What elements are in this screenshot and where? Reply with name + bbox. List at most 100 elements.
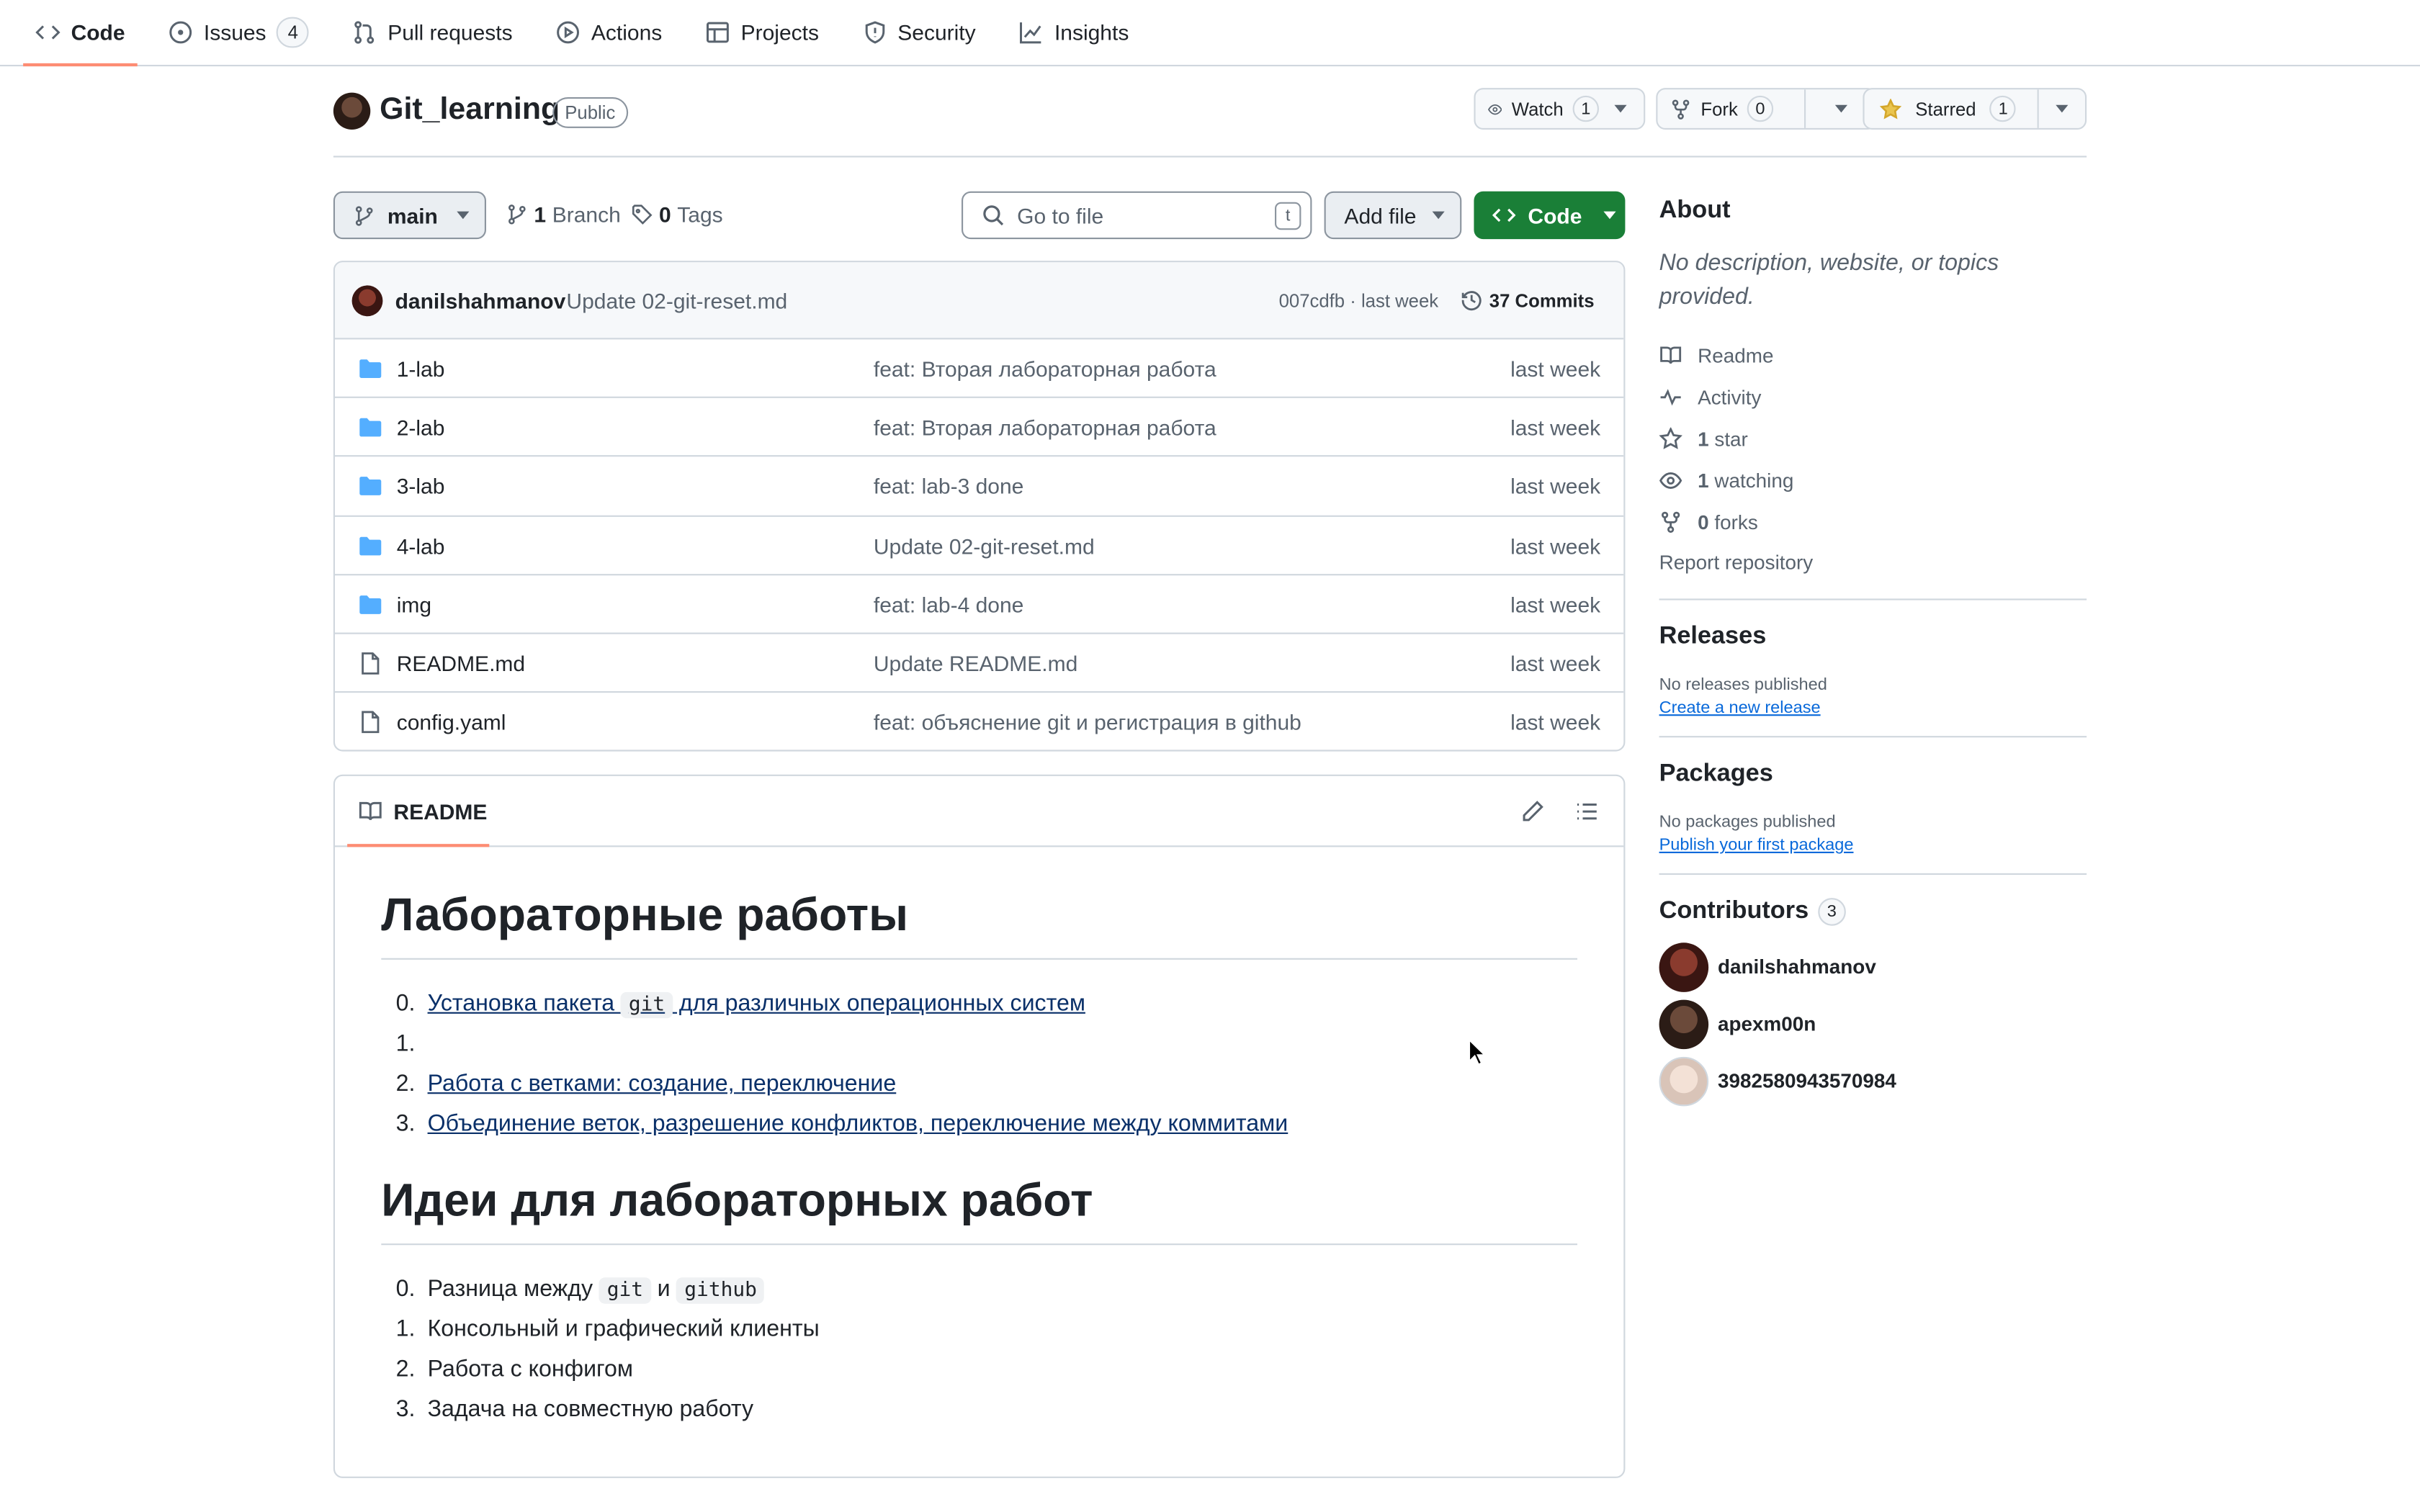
labs-list: 0. Установка пакета git для различных оп… [381,984,1577,1145]
star-button[interactable]: Starred 1 [1863,88,2087,130]
commits-link[interactable]: 37 Commits [1460,289,1595,312]
tab-pull-requests[interactable]: Pull requests [340,0,525,65]
star-dropdown[interactable] [2038,89,2085,128]
edit-readme-button[interactable] [1520,799,1545,824]
watch-main[interactable]: Watch 1 [1476,89,1612,128]
file-name[interactable]: 3-lab [397,474,445,499]
starred-main[interactable]: Starred 1 [1865,89,2038,128]
play-icon [557,21,580,44]
create-release-link[interactable]: Create a new release [1659,699,2087,718]
fork-icon [1661,511,1680,534]
readme-heading: Идеи для лабораторных работ [381,1176,1578,1246]
chevron-down-icon [456,211,469,220]
go-to-file-input[interactable]: Go to file t [962,191,1312,240]
history-icon [1461,291,1482,311]
eye-icon [1659,472,1682,489]
file-commit-message[interactable]: feat: Вторая лабораторная работа [874,356,1216,381]
file-commit-message[interactable]: Update 02-git-reset.md [874,533,1095,557]
repo-name[interactable]: Git_learning [380,93,560,128]
outline-button[interactable] [1574,799,1599,824]
file-commit-message[interactable]: feat: Вторая лабораторная работа [874,415,1216,440]
report-repository-link[interactable]: Report repository [1659,546,2087,580]
tab-projects[interactable]: Projects [693,0,831,65]
owner-avatar[interactable] [333,92,371,130]
file-name[interactable]: 4-lab [397,533,445,557]
about-link[interactable]: Readme [1659,335,2087,377]
about-link[interactable]: Activity [1659,377,2087,418]
fork-main[interactable]: Fork 0 [1657,89,1804,128]
code-label: Code [1528,202,1582,228]
about-title: About [1659,197,1731,224]
tab-insights[interactable]: Insights [1007,0,1142,65]
link-text: для различных операционных систем [672,990,1085,1017]
tab-issues[interactable]: Issues 4 [156,0,321,65]
watch-button[interactable]: Watch 1 [1474,88,1646,130]
list-item: 3. Объединение веток, разрешение конфлик… [381,1104,1577,1145]
table-row[interactable]: img feat: lab-4 done last week [335,575,1624,634]
branches-link[interactable]: 1 Branch [506,202,621,227]
contributor[interactable]: 3982580943570984 [1659,1052,2087,1109]
about-link[interactable]: 1 star [1659,418,2087,460]
inline-code: git [621,991,673,1019]
file-name[interactable]: 1-lab [397,356,445,381]
fork-button[interactable]: Fork 0 [1656,88,1877,130]
lab-link[interactable]: Объединение веток, разрешение конфликтов… [428,1104,1289,1145]
tab-security[interactable]: Security [850,0,988,65]
tab-actions[interactable]: Actions [543,0,674,65]
table-row[interactable]: 4-lab Update 02-git-reset.md last week [335,516,1624,575]
list-number: 2. [395,1356,416,1382]
star-label: Starred [1915,98,1976,120]
readme-header: README [335,776,1624,847]
list-item: 2. Работа с ветками: создание, переключе… [381,1065,1577,1105]
tags-link[interactable]: 0 Tags [631,202,723,227]
contributor[interactable]: apexm00n [1659,995,2087,1052]
code-button[interactable]: Code [1474,191,1626,240]
graph-icon [1020,22,1041,44]
commit-meta[interactable]: 007cdfb · last week [1279,290,1439,312]
packages-title[interactable]: Packages [1659,760,2087,788]
list-item: 2. Работа с конфигом [381,1350,1577,1390]
list-item: 1. Консольный и графический клиенты [381,1310,1577,1350]
contributor[interactable]: danilshahmanov [1659,938,2087,995]
list-number: 1. [395,1315,416,1343]
tab-code[interactable]: Code [23,0,138,67]
tab-label: Security [897,19,976,45]
add-file-label: Add file [1344,202,1417,228]
file-name[interactable]: README.md [397,651,525,675]
about-link-label: Activity [1698,385,1762,409]
contributors-count: 3 [1818,898,1846,926]
table-row[interactable]: 3-lab feat: lab-3 done last week [335,457,1624,516]
releases-title[interactable]: Releases [1659,624,2087,652]
file-name[interactable]: config.yaml [397,710,506,734]
about-link[interactable]: 0 forks [1659,501,2087,543]
branch-selector[interactable]: main [333,191,486,240]
file-icon [362,652,380,675]
file-commit-message[interactable]: Update README.md [874,651,1077,675]
go-to-file-placeholder: Go to file [1017,202,1104,228]
file-commit-message[interactable]: feat: lab-4 done [874,592,1023,616]
add-file-button[interactable]: Add file [1324,191,1462,240]
table-row[interactable]: 1-lab feat: Вторая лабораторная работа las… [335,339,1624,399]
commit-message[interactable]: Update 02-git-reset.md [566,289,787,313]
about-link-count: 1 [1698,427,1709,451]
publish-package-link[interactable]: Publish your first package [1659,836,2087,855]
code-icon [1492,208,1516,222]
commit-author[interactable]: danilshahmanov [395,289,566,313]
lab-link[interactable]: Работа с ветками: создание, переключение [428,1065,897,1105]
about-link-text: 0 forks [1698,510,1758,534]
about-link[interactable]: 1 watching [1659,460,2087,502]
about-link-label: forks [1708,510,1758,534]
lab-link[interactable]: Установка пакета git для различных опера… [428,984,1085,1025]
tags-count: 0 [659,202,671,227]
file-commit-message[interactable]: feat: объяснение git и регистрация в git… [874,710,1301,734]
table-row[interactable]: README.md Update README.md last week [335,634,1624,693]
table-row[interactable]: 2-lab feat: Вторая лабораторная работа las… [335,398,1624,458]
avatar[interactable] [351,285,383,317]
readme-tab[interactable]: README [358,799,487,824]
file-name[interactable]: img [397,592,431,616]
contributors-title[interactable]: Contributors 3 [1659,898,2087,926]
file-name[interactable]: 2-lab [397,415,445,440]
file-commit-message[interactable]: feat: lab-3 done [874,474,1023,499]
list-text: Разница между git и github [428,1270,765,1310]
table-row[interactable]: config.yaml feat: объяснение git и регист… [335,693,1623,750]
